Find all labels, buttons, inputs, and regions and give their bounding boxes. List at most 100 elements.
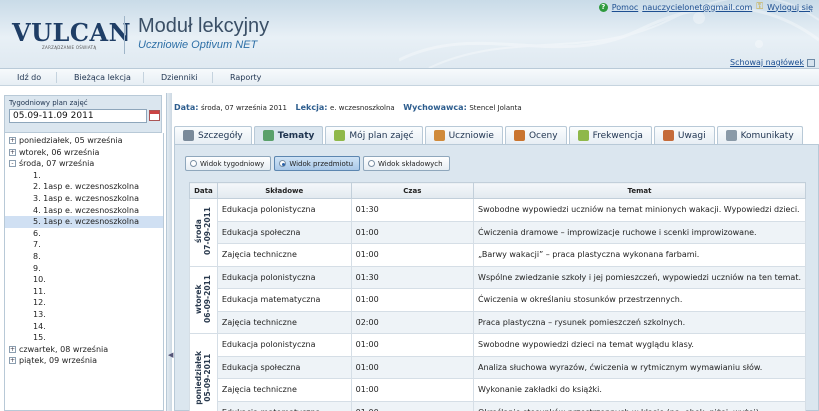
table-row[interactable]: Edukacja matematyczna01:00Określanie sto… [190, 400, 806, 411]
tab-topics[interactable]: Tematy [253, 126, 324, 144]
module-subtitle: Uczniowie Optivum NET [138, 39, 258, 51]
view-button[interactable]: Widok przedmiotu [274, 156, 361, 171]
tab-students[interactable]: Uczniowie [424, 126, 503, 144]
cell-temat: Ćwiczenia w określaniu stosunków przestr… [473, 288, 806, 312]
topics-icon [262, 130, 274, 141]
tree-lesson-item[interactable]: 2. 1asp e. wczesnoszkolna [5, 181, 163, 193]
tree-day-item[interactable]: - środa, 07 września [5, 158, 163, 170]
view-button[interactable]: Widok tygodniowy [185, 156, 272, 171]
cell-czas: 01:00 [350, 243, 475, 267]
notes-icon [662, 130, 674, 141]
col-temat[interactable]: Temat [473, 182, 806, 199]
tree-item-label: 10. [33, 275, 46, 285]
tree-lesson-item[interactable]: 12. [5, 297, 163, 309]
nav-goto[interactable]: Idź do [17, 73, 41, 82]
tree-item-label: czwartek, 08 września [19, 344, 109, 354]
table-row[interactable]: Zajęcia techniczne 01:00 Wykonanie zakładk… [190, 378, 806, 402]
tab-plan[interactable]: Mój plan zajęć [325, 126, 423, 144]
tree-item-label: 2. 1asp e. wczesnoszkolna [33, 182, 139, 192]
table-row[interactable]: Edukacja społeczna 01:00 Analiza słuchowa … [190, 355, 806, 379]
expand-icon[interactable]: + [9, 357, 16, 365]
tab-magnifier[interactable]: Szczegóły [174, 126, 252, 144]
tree-lesson-item[interactable]: 1. [5, 170, 163, 182]
col-czas[interactable]: Czas [350, 182, 475, 199]
hide-header-link[interactable]: Schowaj nagłówek [730, 58, 815, 67]
collapse-icon[interactable] [807, 58, 815, 67]
col-date[interactable]: Data [189, 182, 218, 199]
tree-lesson-item[interactable]: 13. [5, 309, 163, 321]
lesson-tree: + poniedziałek, 05 września + wtorek, 06 wr… [4, 133, 164, 411]
cell-temat: Praca plastyczna – rysunek pomieszczeń s… [473, 310, 806, 334]
tree-lesson-item[interactable]: 15. [5, 332, 163, 344]
table-row[interactable]: wtorek 06-09-2011 Edukacja polonistyczna 0… [189, 265, 806, 334]
cell-czas: 01:30 [350, 198, 475, 222]
tree-item-label: wtorek, 06 września [19, 147, 100, 157]
nav-reports[interactable]: Raporty [230, 73, 261, 82]
user-email-link[interactable]: nauczycielonet@gmail.com [642, 3, 752, 12]
module-title: Moduł lekcyjny [138, 15, 270, 37]
nav-separator [143, 72, 144, 83]
table-header-row: Data Składowe Czas Temat [189, 182, 806, 199]
expand-icon[interactable]: + [9, 137, 16, 144]
logo-text: VULCAN [12, 18, 132, 47]
nav-current-lesson[interactable]: Bieżąca lekcja [74, 73, 131, 82]
help-icon[interactable]: ? [598, 2, 608, 12]
main-nav: Idź do Bieżąca lekcja Dzienniki Raporty [0, 68, 819, 86]
view-button-label: Widok tygodniowy [200, 159, 265, 168]
tree-day-item[interactable]: + poniedziałek, 05 września [5, 135, 163, 147]
tree-lesson-item[interactable]: 5. 1asp e. wczesnoszkolna [5, 216, 163, 228]
cell-skladowe: Edukacja społeczna [216, 355, 352, 379]
topics-panel: Widok tygodniowy Widok przedmiotu Widok sk… [174, 144, 819, 411]
tree-lesson-item[interactable]: 10. [5, 274, 163, 286]
calendar-icon[interactable] [149, 110, 160, 121]
logout-link[interactable]: Wyloguj się [767, 3, 813, 12]
table-row[interactable]: środa 07-09-2011 Edukacja polonistyczna 01… [189, 198, 806, 267]
tree-day-item[interactable]: + piątek, 09 września [5, 355, 163, 367]
tree-lesson-item[interactable]: 6. [5, 228, 163, 240]
cell-czas: 01:00 [350, 378, 475, 402]
tree-item-label: 13. [33, 309, 46, 319]
tab-attendance[interactable]: Frekwencja [568, 126, 652, 144]
nav-journals[interactable]: Dzienniki [161, 73, 198, 82]
collapse-icon[interactable]: - [9, 160, 16, 168]
week-plan-box: Tygodniowy plan zajęć 05.09-11.09 2011 [4, 95, 162, 133]
tree-day-item[interactable]: + wtorek, 06 września [5, 147, 163, 159]
vulcan-logo: VULCAN ZARZĄDZANIE OŚWIATĄ [12, 18, 132, 52]
table-row[interactable]: Edukacja społeczna 01:00 Ćwiczenia dramowe… [190, 220, 806, 244]
cell-skladowe: Zajęcia techniczne [216, 243, 352, 267]
table-row[interactable]: Zajęcia techniczne 02:00 Praca plastyczna … [190, 310, 806, 334]
tab-label: Szczegóły [198, 130, 243, 141]
tab-grades[interactable]: Oceny [504, 126, 567, 144]
col-skladowe[interactable]: Składowe [216, 182, 352, 199]
table-row[interactable]: poniedziałek 05-09-2011 Edukacja polonist… [189, 333, 806, 411]
cell-temat: Analiza słuchowa wyrazów, ćwiczenia w ry… [473, 355, 806, 379]
tree-lesson-item[interactable]: 9. [5, 263, 163, 275]
table-row[interactable]: Zajęcia techniczne 01:00 „Barwy wakacji” –… [190, 243, 806, 267]
tree-item-label: 6. [33, 228, 41, 238]
tab-label: Tematy [277, 130, 315, 141]
view-button-label: Widok składowych [378, 159, 443, 168]
expand-icon[interactable]: + [9, 345, 16, 353]
week-range-input[interactable]: 05.09-11.09 2011 [9, 109, 147, 123]
tree-lesson-item[interactable]: 4. 1asp e. wczesnoszkolna [5, 205, 163, 217]
cell-skladowe: Edukacja polonistyczna [216, 198, 352, 222]
cell-temat: Ćwiczenia dramowe – improwizacje ruchowe… [473, 220, 806, 244]
tree-lesson-item[interactable]: 14. [5, 321, 163, 333]
date-label: Data: [174, 103, 199, 112]
radio-icon [368, 160, 376, 167]
expand-icon[interactable]: + [9, 148, 16, 156]
tree-day-item[interactable]: + czwartek, 08 września [5, 344, 163, 356]
tree-lesson-item[interactable]: 11. [5, 286, 163, 298]
help-link[interactable]: Pomoc [612, 3, 639, 12]
cell-temat: Określanie stosunków przestrzennych w kl… [473, 400, 806, 411]
tree-lesson-item[interactable]: 8. [5, 251, 163, 263]
date-cell: wtorek 06-09-2011 [189, 265, 218, 334]
table-row[interactable]: Edukacja matematyczna 01:00 Ćwiczenia w ok… [190, 288, 806, 312]
hide-header-label[interactable]: Schowaj nagłówek [730, 58, 804, 67]
tab-messages[interactable]: Komunikaty [716, 126, 803, 144]
tree-lesson-item[interactable]: 7. [5, 239, 163, 251]
tab-notes[interactable]: Uwagi [653, 126, 715, 144]
cell-czas: 02:00 [350, 310, 475, 334]
view-button[interactable]: Widok składowych [363, 156, 450, 171]
tree-lesson-item[interactable]: 3. 1asp e. wczesnoszkolna [5, 193, 163, 205]
